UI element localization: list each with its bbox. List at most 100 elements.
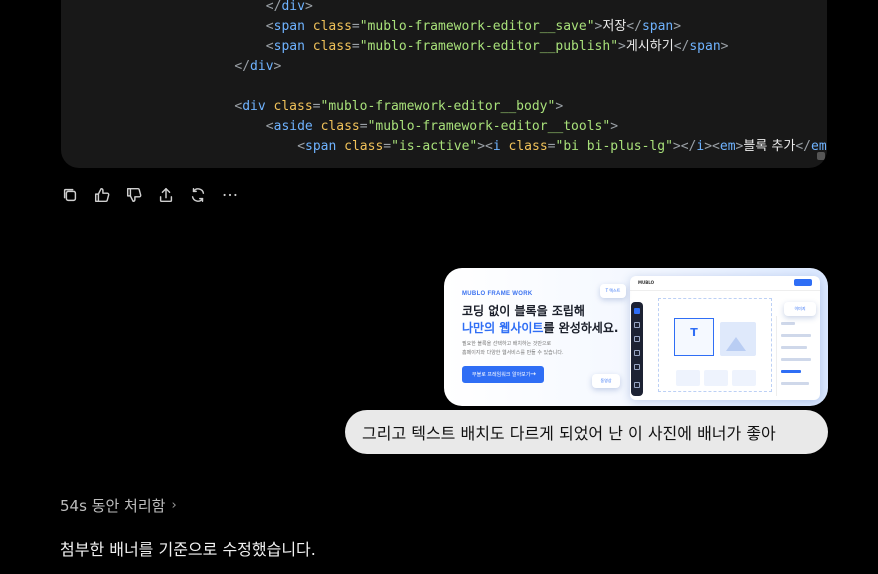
code-token: div	[250, 59, 274, 74]
code-token: "mublo-framework-editor__tools"	[367, 119, 611, 134]
code-token: >	[477, 139, 486, 154]
code-line: </div>	[266, 0, 313, 17]
code-token: >	[704, 139, 713, 154]
code-scrollbar[interactable]	[817, 152, 825, 160]
banner-float-text: T 텍스트	[600, 284, 626, 298]
mockup-tool-icon	[634, 364, 640, 370]
share-icon	[159, 187, 173, 203]
banner-headline-rest: 를 완성하세요.	[543, 321, 619, 335]
code-token: 게시하기	[625, 39, 674, 54]
code-token: =	[547, 139, 556, 154]
code-token: "mublo-framework-editor__publish"	[359, 39, 619, 54]
code-token: span	[641, 19, 674, 34]
code-token: </	[265, 0, 282, 14]
code-token: class	[312, 19, 352, 34]
code-token: "mublo-framework-editor__save"	[359, 19, 595, 34]
code-token: <	[265, 39, 274, 54]
attached-banner-image[interactable]: MUBLO FRAME WORK 코딩 없이 블록을 조립해 나만의 웹사이트를…	[444, 268, 828, 406]
chevron-right-icon: ›	[171, 498, 177, 513]
copy-button[interactable]	[60, 184, 80, 206]
share-button[interactable]	[156, 184, 176, 206]
more-icon	[223, 193, 237, 197]
banner-cta-label: 무블로 프레임워크 알아보기	[472, 372, 531, 378]
code-token: >	[720, 39, 729, 54]
mockup-tool-icon	[634, 350, 640, 356]
code-token: class	[508, 139, 548, 154]
code-line: <aside class="mublo-framework-editor__to…	[266, 117, 618, 137]
mockup-panel-line	[781, 322, 795, 325]
thumbs-up-button[interactable]	[92, 184, 112, 206]
code-token: </	[680, 139, 697, 154]
mockup-text-block: T	[674, 318, 714, 356]
code-token: </	[234, 59, 251, 74]
banner-desc-line-1: 필요한 블록을 선택하고 배치하는 것만으로	[462, 341, 552, 347]
code-token: <	[265, 19, 274, 34]
thumbs-down-button[interactable]	[124, 184, 144, 206]
mockup-tool-icon	[634, 336, 640, 342]
code-line: <span class="is-active"><i class="bi bi-…	[297, 137, 827, 157]
thumbs-up-icon	[94, 187, 110, 203]
code-line: </div>	[234, 57, 281, 77]
code-token: "mublo-framework-editor__body"	[320, 99, 556, 114]
mockup-tool-icon	[634, 322, 640, 328]
mockup-card	[704, 370, 728, 386]
code-token: class	[273, 99, 313, 114]
code-token: i	[492, 139, 509, 154]
code-token: >	[273, 59, 282, 74]
code-token: >	[672, 139, 681, 154]
assistant-reply-text: 첨부한 배너를 기준으로 수정했습니다.	[60, 540, 316, 559]
code-token: div	[242, 99, 274, 114]
code-token: </	[673, 39, 690, 54]
mockup-publish-button	[794, 279, 812, 286]
code-token: span	[305, 139, 345, 154]
mockup-panel-line	[781, 358, 811, 361]
banner-headline-highlight: 나만의 웹사이트	[462, 321, 544, 335]
code-token: =	[351, 39, 360, 54]
mockup-tool-icon	[634, 382, 640, 388]
mockup-tool-icon	[634, 308, 640, 314]
code-token: span	[273, 39, 313, 54]
code-content: <i class="bi bi-phone"></i></div><span c…	[61, 0, 827, 168]
code-token: </	[795, 139, 811, 154]
user-message-text: 그리고 텍스트 배치도 다르게 되었어 난 이 사진에 배너가 좋아	[362, 424, 776, 443]
code-line: < span class="mublo-framework-editor__sav…	[266, 17, 681, 37]
regenerate-button[interactable]	[188, 184, 208, 206]
code-token: "bi bi-plus-lg"	[555, 139, 673, 154]
banner-desc-line-2: 홈페이지와 다양한 웹서비스를 만들 수 있습니다.	[462, 350, 564, 356]
code-line: <span class="mublo-framework-editor__pub…	[266, 37, 729, 57]
banner-headline-1: 코딩 없이 블록을 조립해	[462, 304, 585, 318]
code-token: em	[719, 139, 736, 154]
code-token: =	[383, 139, 392, 154]
user-message-bubble: 그리고 텍스트 배치도 다르게 되었어 난 이 사진에 배너가 좋아	[345, 410, 828, 454]
mockup-topbar: MUBLO	[630, 276, 820, 291]
code-token: class	[312, 39, 352, 54]
more-button[interactable]	[220, 184, 240, 206]
banner-float-image: 이미지	[784, 302, 816, 316]
banner-headline-2: 나만의 웹사이트를 완성하세요.	[462, 319, 618, 336]
mockup-logo: MUBLO	[638, 280, 655, 285]
mockup-toolbar	[631, 302, 643, 396]
code-token: >	[618, 39, 626, 54]
code-token: aside	[273, 119, 321, 134]
thumbs-down-icon	[126, 187, 142, 203]
code-line: <div class="mublo-framework-editor__body…	[234, 97, 563, 117]
mockup-card	[732, 370, 756, 386]
banner-kicker: MUBLO FRAME WORK	[462, 291, 533, 297]
copy-icon	[63, 188, 77, 202]
mockup-panel-line	[781, 370, 801, 373]
mockup-panel-line	[781, 346, 807, 349]
thinking-status-toggle[interactable]: 54s 동안 처리함 ›	[60, 495, 177, 516]
code-token: "is-active"	[391, 139, 478, 154]
code-token: =	[351, 19, 360, 34]
banner-description: 필요한 블록을 선택하고 배치하는 것만으로 홈페이지와 다양한 웹서비스를 만…	[462, 340, 564, 358]
code-token: 블록 추가	[743, 139, 796, 154]
code-token: class	[344, 139, 384, 154]
code-token: span	[689, 39, 721, 54]
code-token: <	[265, 119, 274, 134]
regenerate-icon	[191, 187, 205, 203]
mockup-settings-panel	[776, 316, 817, 396]
arrow-right-icon: →	[530, 370, 536, 378]
code-token: 저장	[602, 19, 627, 34]
code-token: >	[673, 19, 682, 34]
code-token: <	[485, 139, 493, 154]
